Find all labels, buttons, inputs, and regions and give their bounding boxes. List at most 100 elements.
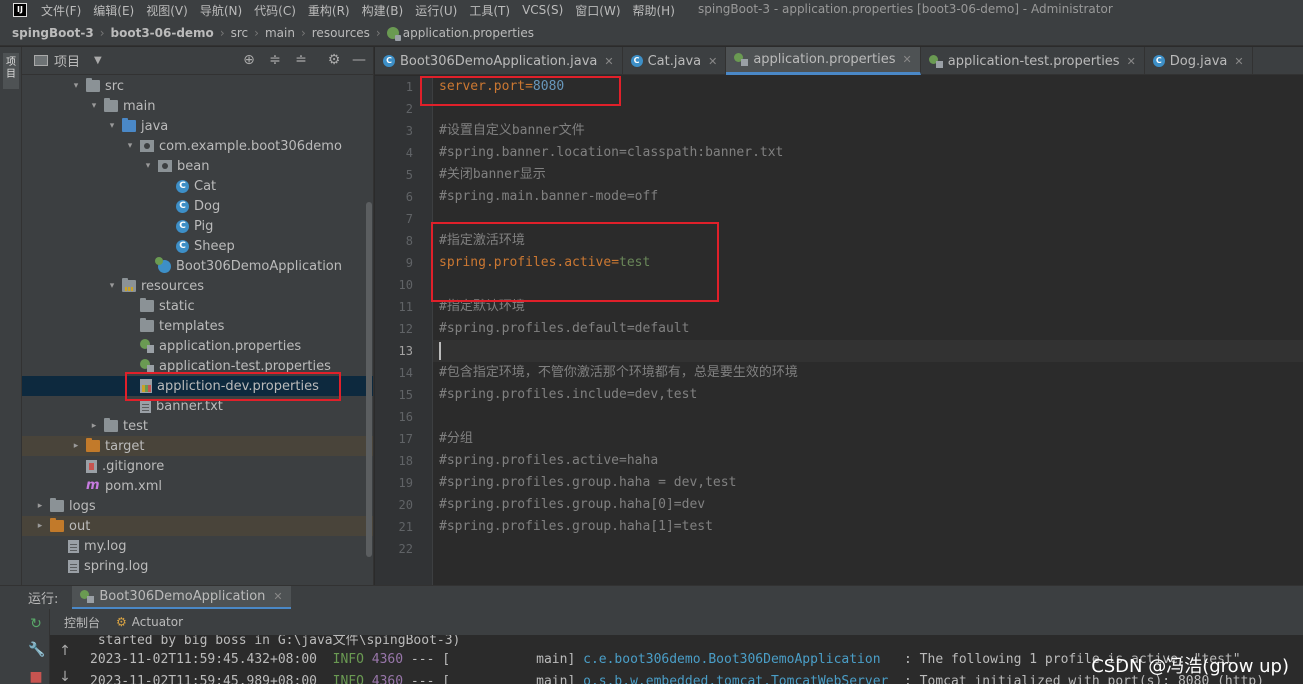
tree-item[interactable]: .gitignore	[22, 456, 373, 476]
code-comment: #spring.main.banner-mode=off	[439, 189, 659, 204]
chevron-right-icon[interactable]: ▸	[34, 521, 46, 531]
run-label: 运行:	[28, 592, 59, 607]
chevron-down-icon[interactable]: ▾	[88, 101, 100, 111]
editor-tab[interactable]: C Boot306DemoApplication.java ✕	[375, 47, 623, 75]
rerun-icon[interactable]: ↻	[28, 616, 44, 632]
chevron-down-icon[interactable]: ▾	[124, 141, 136, 151]
menu-tools[interactable]: 工具(T)	[469, 2, 510, 19]
tree-item[interactable]: spring.log	[22, 556, 373, 576]
menu-view[interactable]: 视图(V)	[146, 2, 188, 19]
tree-item[interactable]: application.properties	[22, 336, 373, 356]
editor-tab[interactable]: C Cat.java ✕	[623, 47, 727, 75]
breadcrumb-file[interactable]: application.properties	[403, 26, 534, 40]
java-class-icon: C	[176, 179, 189, 193]
line-number: 12	[398, 322, 413, 336]
annotation-box-server-port	[420, 76, 621, 106]
tree-item[interactable]: static	[22, 296, 373, 316]
package-icon	[140, 140, 154, 152]
log-logger[interactable]: c.e.boot306demo.Boot306DemoApplication	[583, 652, 880, 667]
close-icon[interactable]: ✕	[273, 590, 282, 603]
tree-item[interactable]: ▸ out	[22, 516, 373, 536]
menu-code[interactable]: 代码(C)	[254, 2, 296, 19]
stop-icon[interactable]: ■	[28, 669, 44, 684]
folder-icon	[86, 78, 100, 92]
menu-window[interactable]: 窗口(W)	[575, 2, 620, 19]
tree-item[interactable]: ▾ com.example.boot306demo	[22, 136, 373, 156]
menu-build[interactable]: 构建(B)	[362, 2, 404, 19]
tree-scrollbar[interactable]	[366, 202, 372, 557]
breadcrumb-src[interactable]: src	[231, 26, 249, 40]
console-tab[interactable]: 控制台	[64, 614, 100, 631]
menu-vcs[interactable]: VCS(S)	[522, 3, 563, 17]
close-icon[interactable]: ✕	[903, 53, 912, 66]
tree-item[interactable]: templates	[22, 316, 373, 336]
project-tool-window-button[interactable]: 项目	[3, 53, 19, 89]
hide-panel-icon[interactable]: —	[350, 52, 368, 68]
line-number: 9	[405, 256, 413, 270]
tree-item[interactable]: ▾ resources	[22, 276, 373, 296]
scroll-down-icon[interactable]: ↓	[57, 669, 73, 684]
tree-item[interactable]: C Cat	[22, 176, 373, 196]
menu-refactor[interactable]: 重构(R)	[308, 2, 350, 19]
tree-item[interactable]: m pom.xml	[22, 476, 373, 496]
run-tab[interactable]: Boot306DemoApplication ✕	[72, 585, 291, 610]
log-separator: ---	[410, 652, 435, 667]
gear-icon[interactable]: ⚙	[325, 52, 343, 68]
chevron-down-icon[interactable]: ▾	[106, 121, 118, 131]
tree-item[interactable]: ▾ main	[22, 96, 373, 116]
code-editor[interactable]: 1 2 3 4 5 6 7 8 9 10 11 12 13 14 15 16 17 18 19 20 21 22 serv…	[375, 76, 1303, 585]
menu-help[interactable]: 帮助(H)	[633, 2, 675, 19]
menu-file[interactable]: 文件(F)	[41, 2, 81, 19]
code-comment: #spring.profiles.default=default	[439, 321, 690, 336]
chevron-down-icon[interactable]: ▾	[106, 281, 118, 291]
tree-item[interactable]: ▸ logs	[22, 496, 373, 516]
collapse-all-icon[interactable]: ≐	[292, 52, 310, 68]
editor-tab[interactable]: C Dog.java ✕	[1145, 47, 1253, 75]
wrench-icon[interactable]: 🔧	[28, 642, 45, 658]
line-number: 5	[405, 168, 413, 182]
breadcrumb-main[interactable]: main	[265, 26, 295, 40]
breadcrumb-project[interactable]: spingBoot-3	[12, 26, 94, 40]
menu-navigate[interactable]: 导航(N)	[200, 2, 242, 19]
tree-item[interactable]: ▾ java	[22, 116, 373, 136]
tree-item[interactable]: ▸ test	[22, 416, 373, 436]
tree-item[interactable]: C Dog	[22, 196, 373, 216]
tree-item-label: Pig	[194, 218, 214, 234]
project-panel-title[interactable]: 项目	[54, 51, 80, 70]
breadcrumb-resources[interactable]: resources	[312, 26, 370, 40]
chevron-right-icon[interactable]: ▸	[70, 441, 82, 451]
editor-tab[interactable]: application-test.properties ✕	[921, 47, 1145, 75]
locate-file-icon[interactable]: ⊕	[240, 52, 258, 68]
close-icon[interactable]: ✕	[708, 55, 717, 68]
line-number: 18	[398, 454, 413, 468]
chevron-down-icon[interactable]: ▾	[142, 161, 154, 171]
tree-item[interactable]: ▾ src	[22, 76, 373, 96]
chevron-right-icon[interactable]: ▸	[34, 501, 46, 511]
breadcrumb-module[interactable]: boot3-06-demo	[111, 26, 214, 40]
text-file-icon	[68, 539, 79, 553]
tree-item[interactable]: Boot306DemoApplication	[22, 256, 373, 276]
editor-tab[interactable]: application.properties ✕	[726, 47, 921, 75]
tree-item[interactable]: my.log	[22, 536, 373, 556]
tree-item[interactable]: C Pig	[22, 216, 373, 236]
tree-item[interactable]: ▸ target	[22, 436, 373, 456]
log-logger[interactable]: o.s.b.w.embedded.tomcat.TomcatWebServer	[583, 674, 888, 684]
tree-item[interactable]: C Sheep	[22, 236, 373, 256]
chevron-right-icon[interactable]: ▸	[88, 421, 100, 431]
actuator-tab[interactable]: ⚙ Actuator	[116, 615, 183, 629]
menu-edit[interactable]: 编辑(E)	[93, 2, 134, 19]
chevron-down-icon[interactable]: ▾	[70, 81, 82, 91]
menu-run[interactable]: 运行(U)	[415, 2, 457, 19]
code-line: #spring.profiles.group.haha = dev,test	[439, 472, 736, 494]
scroll-up-icon[interactable]: ↑	[57, 643, 73, 659]
console-line: 2023-11-02T11:59:45.432+08:00 INFO 4360 …	[90, 652, 1241, 667]
java-class-icon: C	[1152, 55, 1165, 67]
chevron-down-icon[interactable]: ▼	[94, 55, 102, 66]
tree-item-label: logs	[69, 498, 96, 514]
close-icon[interactable]: ✕	[604, 55, 613, 68]
close-icon[interactable]: ✕	[1234, 55, 1243, 68]
expand-all-icon[interactable]: ≑	[266, 52, 284, 68]
text-file-icon	[68, 559, 79, 573]
close-icon[interactable]: ✕	[1127, 55, 1136, 68]
tree-item[interactable]: ▾ bean	[22, 156, 373, 176]
